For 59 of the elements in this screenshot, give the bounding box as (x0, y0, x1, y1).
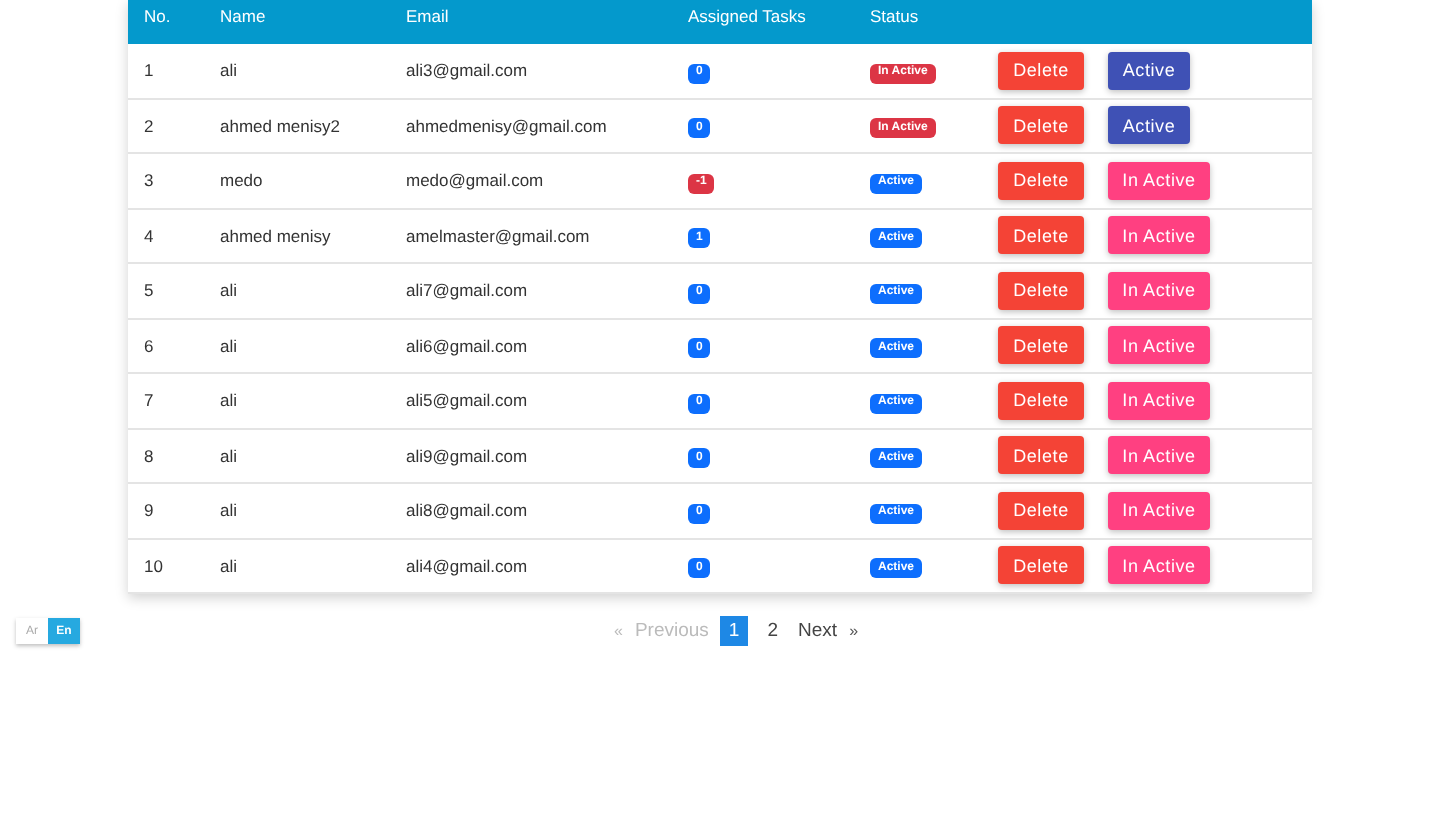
table-cell-text: ali (220, 500, 240, 521)
table-cell-text: ali5@gmail.com (406, 390, 530, 411)
toggle-status-button[interactable]: In Active (1108, 491, 1210, 530)
delete-button[interactable]: Delete (998, 546, 1084, 585)
table-cell-text: 6 (142, 335, 156, 356)
table-cell-text: 7 (142, 390, 156, 411)
table-cell-text: ali (220, 555, 240, 576)
table-cell-text: ali8@gmail.com (406, 500, 530, 521)
table-cell-text: 3 (142, 170, 156, 191)
toggle-status-button[interactable]: In Active (1108, 326, 1210, 365)
delete-button[interactable]: Delete (998, 51, 1084, 90)
toggle-status-button[interactable]: Active (1108, 106, 1190, 145)
toggle-status-button[interactable]: In Active (1108, 436, 1210, 475)
table-cell-text: ali4@gmail.com (406, 555, 530, 576)
toggle-status-button[interactable]: In Active (1108, 216, 1210, 255)
table-cell-text: ali (220, 60, 240, 81)
table-cell-text: ali (220, 335, 240, 356)
delete-button[interactable]: Delete (998, 271, 1084, 310)
page-link[interactable]: 2 (759, 616, 787, 646)
table-cell-text: ali7@gmail.com (406, 280, 530, 301)
table-cell-text: medo@gmail.com (406, 170, 546, 191)
table-cell-text: 1 (142, 60, 156, 81)
table-cell-text: ali (220, 390, 240, 411)
table-cell-text: ali (220, 280, 240, 301)
column-header: Status (870, 6, 921, 26)
table-cell-text: ahmed menisy2 (220, 115, 343, 136)
column-header: Name (220, 6, 268, 26)
toggle-status-button[interactable]: In Active (1108, 161, 1210, 200)
table-cell-text: 10 (142, 555, 165, 576)
delete-button[interactable]: Delete (998, 161, 1084, 200)
column-header: No. (142, 6, 173, 26)
next-arrow[interactable]: » (849, 622, 859, 640)
toggle-status-button[interactable]: In Active (1108, 546, 1210, 585)
table-cell-text: 8 (142, 445, 156, 466)
delete-button[interactable]: Delete (998, 106, 1084, 145)
table-cell-text: 4 (142, 225, 156, 246)
toggle-status-button[interactable]: In Active (1108, 381, 1210, 420)
table-cell-text: 5 (142, 280, 156, 301)
table-cell-text: ali9@gmail.com (406, 445, 530, 466)
column-header: Assigned Tasks (688, 6, 808, 26)
delete-button[interactable]: Delete (998, 491, 1084, 530)
table-cell-text: 2 (142, 115, 156, 136)
delete-button[interactable]: Delete (998, 381, 1084, 420)
delete-button[interactable]: Delete (998, 326, 1084, 365)
table-cell-text: ahmed menisy (220, 225, 333, 246)
delete-button[interactable]: Delete (998, 216, 1084, 255)
delete-button[interactable]: Delete (998, 436, 1084, 475)
table-cell-text: ahmedmenisy@gmail.com (406, 115, 609, 136)
table-cell-text: ali (220, 445, 240, 466)
table-cell-text: 9 (142, 500, 156, 521)
toggle-status-button[interactable]: In Active (1108, 271, 1210, 310)
table-cell-text: medo (220, 170, 265, 191)
next-link[interactable]: Next (798, 620, 838, 642)
table-cell-text: amelmaster@gmail.com (406, 225, 592, 246)
table-cell-text: ali6@gmail.com (406, 335, 530, 356)
table-cell-text: ali3@gmail.com (406, 60, 530, 81)
page-link[interactable]: 1 (720, 616, 748, 646)
toggle-status-button[interactable]: Active (1108, 51, 1190, 90)
column-header: Email (406, 6, 451, 26)
